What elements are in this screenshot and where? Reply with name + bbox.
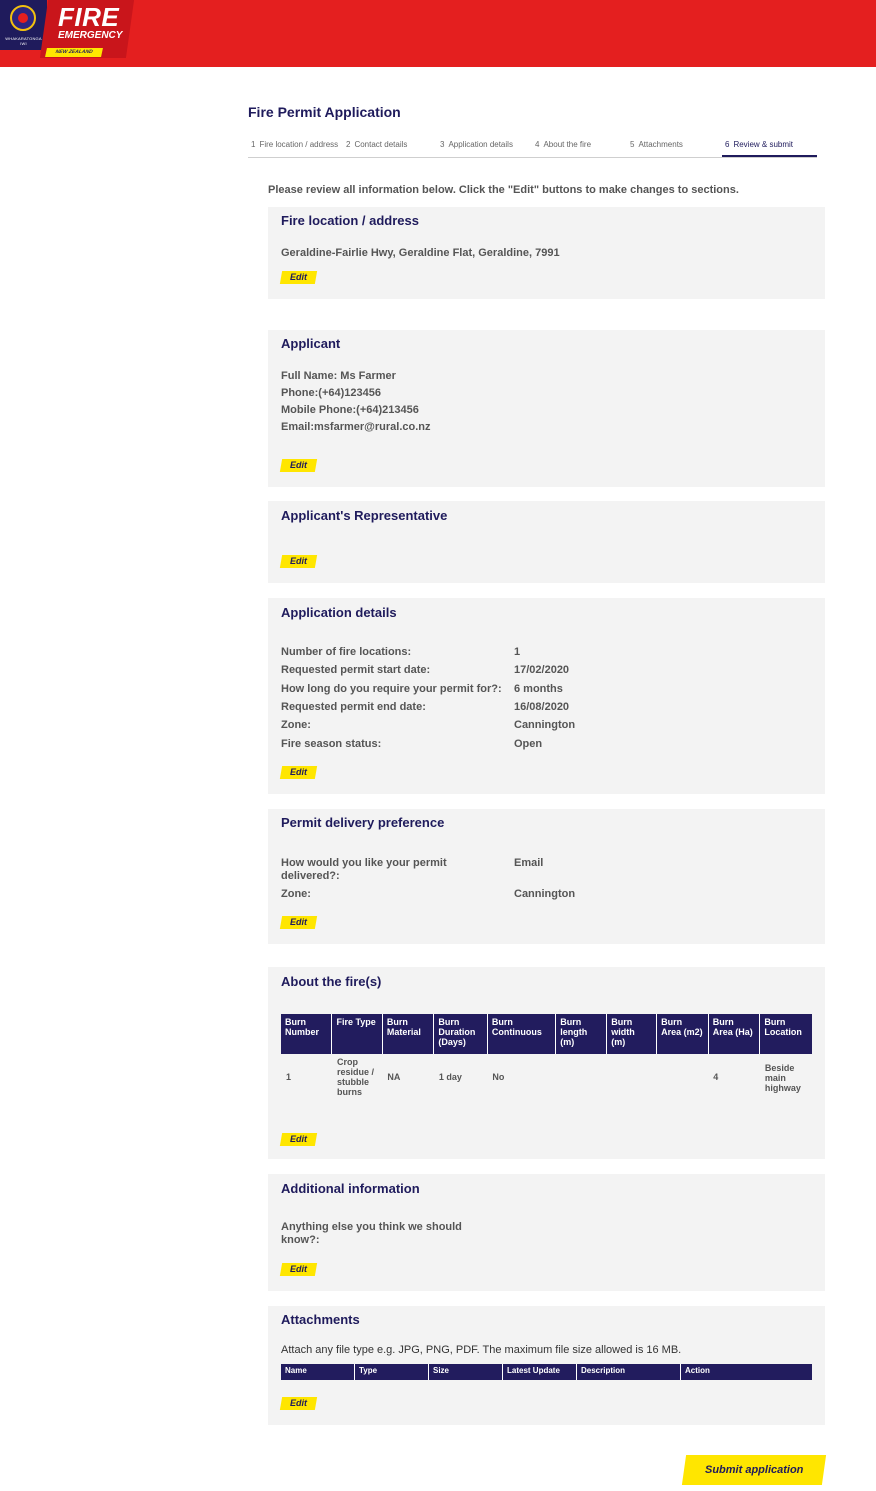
applicant-phone: Phone:(+64)123456 [281,387,381,399]
detail-label: Requested permit start date: [281,664,431,676]
detail-value: 1 [514,646,521,658]
table-cell: 1 [286,1072,292,1082]
column-header: Burn Material [382,1014,435,1054]
burns-table: Burn Number Fire Type Burn Material Burn Du… [281,1014,812,1106]
section-title: Applicant [281,336,341,351]
column-header: Burn Area (Ha) [708,1014,761,1054]
attachments-note: Attach any file type e.g. JPG, PNG, PDF.… [281,1344,682,1356]
section-title: About the fire(s) [281,974,382,989]
progress-steps: 1 Fire location / address 2 Contact detail… [248,137,817,158]
table-cell [607,1054,657,1106]
edit-representative-button[interactable]: Edit [279,555,318,568]
delivery-method-value: Email [514,857,544,869]
applicant-full-name: Full Name: Ms Farmer [281,370,396,382]
step-review-submit[interactable]: 6 Review & submit [722,137,817,157]
site-header: WHAKARATONGA IWI FIRE EMERGENCY NEW ZEAL… [0,0,876,67]
table-header-row: Burn Number Fire Type Burn Material Burn Du… [281,1014,812,1054]
column-header: Name [281,1364,355,1380]
delivery-question-line1: How would you like your permit [281,857,447,869]
fire-address: Geraldine-Fairlie Hwy, Geraldine Flat, G… [281,247,560,259]
attachments-table: Name Type Size Latest Update Description… [281,1364,812,1380]
government-crest-logo: WHAKARATONGA IWI [0,0,47,50]
section-title: Fire location / address [281,213,419,228]
step-fire-location[interactable]: 1 Fire location / address [248,137,343,156]
column-header: Burn Number [281,1014,333,1054]
column-header: Action [680,1364,812,1380]
detail-label: How long do you require your permit for?… [281,683,502,695]
section-title: Permit delivery preference [281,815,445,830]
detail-value: 16/08/2020 [514,701,570,713]
detail-label: Fire season status: [281,738,382,750]
review-instructions: Please review all information below. Cli… [268,184,739,196]
brand-logo-nz: NEW ZEALAND [45,48,103,57]
section-title: Attachments [281,1312,360,1327]
step-about-the-fire[interactable]: 4 About the fire [532,137,627,156]
edit-application-details-button[interactable]: Edit [279,766,318,779]
crest-emblem-icon [10,5,36,31]
detail-label: Requested permit end date: [281,701,426,713]
detail-label: Zone: [281,719,311,731]
detail-value: Open [514,738,543,750]
table-header-row: Name Type Size Latest Update Description… [281,1364,812,1380]
step-contact-details[interactable]: 2 Contact details [343,137,438,156]
additional-question-line1: Anything else you think we should [281,1221,462,1233]
submit-application-button[interactable]: Submit application [681,1455,827,1485]
section-applicant: Applicant Full Name: Ms Farmer Phone:(+6… [268,330,825,487]
table-cell: No [492,1072,505,1082]
table-cell: 4 [713,1072,719,1082]
detail-value: 6 months [514,683,563,695]
section-title: Application details [281,605,397,620]
column-header: Burn Location [759,1014,812,1054]
step-application-details[interactable]: 3 Application details [437,137,532,156]
crest-text: WHAKARATONGA IWI [5,36,42,46]
zone-label: Zone: [281,888,311,900]
edit-fire-location-button[interactable]: Edit [279,271,318,284]
column-header: Description [576,1364,681,1380]
column-header: Type [354,1364,429,1380]
detail-value: 17/02/2020 [514,664,570,676]
delivery-question-line2: delivered?: [281,870,340,882]
column-header: Burn Area (m2) [656,1014,709,1054]
edit-about-fire-button[interactable]: Edit [279,1133,318,1146]
section-about-the-fire: About the fire(s) Burn Number Fire Type B… [268,967,825,1159]
column-header: Size [428,1364,503,1380]
column-header: Burn length (m) [555,1014,608,1054]
brand-logo-emergency: EMERGENCY [58,30,123,41]
edit-attachments-button[interactable]: Edit [279,1397,318,1410]
table-cell [657,1054,709,1106]
brand-logo-fire: FIRE [58,2,120,32]
edit-permit-delivery-button[interactable]: Edit [279,916,318,929]
table-cell: Beside main highway [764,1063,801,1093]
additional-question-line2: know?: [281,1234,320,1246]
table-cell [556,1054,607,1106]
column-header: Burn Duration (Days) [433,1014,488,1054]
applicant-email: Email:msfarmer@rural.co.nz [281,421,431,433]
section-title: Additional information [281,1181,420,1196]
applicant-mobile: Mobile Phone:(+64)213456 [281,404,419,416]
zone-value: Cannington [514,888,576,900]
detail-value: Cannington [514,719,576,731]
column-header: Burn width (m) [606,1014,658,1054]
column-header: Latest Update [502,1364,577,1380]
column-header: Burn Continuous [487,1014,557,1054]
section-fire-location: Fire location / address Geraldine-Fairli… [268,207,825,299]
table-cell: 1 day [438,1072,462,1082]
section-title: Applicant's Representative [281,508,448,523]
step-attachments[interactable]: 5 Attachments [627,137,722,156]
table-cell: Crop residue / stubble burns [336,1057,374,1097]
edit-additional-information-button[interactable]: Edit [279,1263,318,1276]
table-cell: NA [387,1072,401,1082]
section-representative: Applicant's Representative Edit [268,501,825,583]
edit-applicant-button[interactable]: Edit [279,459,318,472]
section-attachments: Attachments Attach any file type e.g. JP… [268,1306,825,1425]
column-header: Fire Type [331,1014,383,1054]
page-title: Fire Permit Application [248,104,401,120]
section-additional-information: Additional information Anything else you… [268,1174,825,1291]
section-application-details: Application details Number of fire locat… [268,598,825,794]
section-permit-delivery: Permit delivery preference How would you… [268,809,825,944]
table-row: 1 Crop residue / stubble burns NA 1 day No … [281,1054,812,1106]
detail-label: Number of fire locations: [281,646,412,658]
